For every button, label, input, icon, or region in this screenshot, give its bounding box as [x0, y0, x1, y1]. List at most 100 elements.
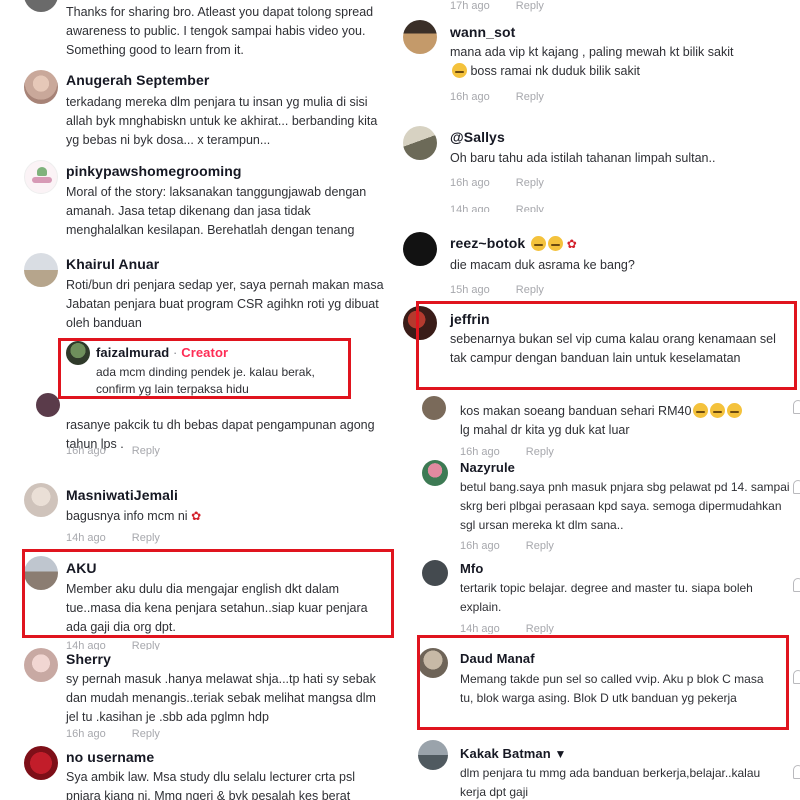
comment-text: dlm penjara tu mmg ada banduan berkerja,… [460, 766, 761, 799]
expressionless-emoji-icon [548, 236, 564, 251]
rose-icon: ✿ [563, 237, 577, 251]
comment-text: Roti/bun dri penjara sedap yer, saya per… [66, 278, 384, 330]
comment-text: Moral of the story: laksanakan tanggungj… [66, 185, 367, 237]
comment-text: Sya ambik law. Msa study dlu selalu lect… [66, 770, 356, 800]
comment-username[interactable]: wann_sot [450, 24, 515, 40]
reply-button[interactable]: Reply [132, 640, 160, 650]
like-icon[interactable] [793, 670, 800, 684]
comment-meta: 14h ago Reply [66, 640, 160, 650]
creator-username[interactable]: faizalmurad [96, 345, 169, 360]
reply-button[interactable]: Reply [516, 284, 544, 296]
reply-body-2: lg mahal dr kita yg duk kat luar [460, 423, 630, 437]
username-text[interactable]: Kakak Batman [460, 746, 551, 761]
avatar[interactable] [24, 483, 58, 517]
comment-username[interactable]: Mfo [460, 561, 483, 576]
comment-text: Thanks for sharing bro. Atleast you dapa… [66, 5, 374, 57]
avatar[interactable] [24, 70, 58, 104]
avatar[interactable] [66, 341, 90, 365]
avatar[interactable] [24, 746, 58, 780]
comment-text: tertarik topic belajar. degree and maste… [460, 581, 753, 614]
reply-button[interactable]: Reply [526, 623, 554, 634]
avatar[interactable] [36, 393, 60, 417]
comment-meta: 16h ago Reply [450, 177, 544, 189]
laughing-emoji-icon [452, 63, 467, 78]
comment-username[interactable]: Daud Manaf [460, 651, 535, 666]
username-text[interactable]: reez~botok [450, 235, 525, 251]
reply-button[interactable]: Reply [132, 445, 160, 457]
timestamp: 14h ago [460, 623, 500, 634]
separator: · [169, 345, 182, 360]
comment-username[interactable]: Khairul Anuar [66, 256, 159, 272]
comment-body-2: boss ramai nk duduk bilik sakit [467, 64, 640, 78]
reply-button[interactable]: Reply [526, 540, 554, 552]
expressionless-emoji-icon [531, 236, 547, 251]
like-icon[interactable] [793, 400, 800, 414]
comment-username[interactable]: jeffrin [450, 311, 490, 327]
comment-text: Member aku dulu dia mengajar english dkt… [66, 582, 368, 634]
comment-username[interactable]: Sherry [66, 651, 111, 667]
avatar[interactable] [418, 648, 448, 678]
comment-username[interactable]: no username [66, 749, 154, 765]
reply-body: kos makan soeang banduan sehari RM40 [460, 404, 692, 418]
comment-body: mana ada vip kt kajang , paling mewah kt… [450, 45, 734, 59]
comment-text: terkadang mereka dlm penjara tu insan yg… [66, 95, 378, 147]
comment-username[interactable]: reez~botok ✿ [450, 235, 577, 251]
timestamp: 16h ago [450, 91, 490, 103]
avatar[interactable] [403, 126, 437, 160]
timestamp: 14h ago [450, 204, 490, 212]
right-comment-panel: 17h ago Reply wann_sot mana ada vip kt ka… [400, 0, 800, 800]
avatar[interactable] [403, 306, 437, 340]
avatar[interactable] [24, 556, 58, 590]
reply-button[interactable]: Reply [132, 728, 160, 740]
comment-username[interactable]: Kakak Batman ▼ [460, 746, 567, 761]
logo-icon [32, 177, 52, 183]
avatar[interactable] [24, 160, 58, 194]
comment-text: Oh baru tahu ada istilah tahanan limpah … [450, 151, 716, 165]
comment-username[interactable]: AKU [66, 560, 97, 576]
comment-username[interactable]: MasniwatiJemali [66, 487, 178, 503]
reply-button[interactable]: Reply [516, 91, 544, 103]
comment-username[interactable]: Anugerah September [66, 72, 209, 88]
timestamp: 16h ago [66, 728, 106, 740]
avatar[interactable] [422, 396, 446, 420]
like-icon[interactable] [793, 578, 800, 592]
comment-username[interactable]: @Sallys [450, 129, 505, 145]
comment-meta: 16h ago Reply [450, 91, 544, 103]
comment-meta: 14h ago Reply [450, 204, 544, 212]
comment-username[interactable]: pinkypawshomegrooming [66, 163, 242, 179]
reply-text: kos makan soeang banduan sehari RM40 lg … [460, 402, 790, 440]
comment-meta: 14h ago Reply [460, 623, 554, 634]
reply-button[interactable]: Reply [516, 204, 544, 212]
avatar[interactable] [24, 648, 58, 682]
avatar[interactable] [24, 0, 58, 12]
comment-meta: 15h ago Reply [450, 284, 544, 296]
avatar[interactable] [24, 253, 58, 287]
reply-button[interactable]: Reply [516, 177, 544, 189]
reply-text: ada mcm dinding pendek je. kalau berak, … [96, 365, 315, 396]
timestamp: 15h ago [450, 284, 490, 296]
avatar[interactable] [403, 232, 437, 266]
rose-icon: ✿ [191, 509, 202, 523]
reply-button[interactable]: Reply [132, 532, 160, 544]
frowning-emoji-icon [727, 403, 743, 418]
timestamp: 14h ago [66, 532, 106, 544]
avatar[interactable] [422, 560, 448, 586]
comment-text: bagusnya info mcm ni ✿ [66, 507, 384, 526]
reply-button[interactable]: Reply [526, 446, 554, 458]
reply-username[interactable]: faizalmurad · Creator [96, 345, 228, 360]
avatar[interactable] [418, 740, 448, 770]
comment-meta: 16h ago Reply [460, 540, 554, 552]
avatar[interactable] [422, 460, 448, 486]
timestamp: 17h ago [450, 0, 490, 12]
comment-text: die macam duk asrama ke bang? [450, 258, 635, 272]
like-icon[interactable] [793, 480, 800, 494]
timestamp: 16h ago [66, 445, 106, 457]
comment-meta: 16h ago Reply [66, 445, 160, 457]
avatar[interactable] [403, 20, 437, 54]
frowning-emoji-icon [693, 403, 709, 418]
comment-username[interactable]: Nazyrule [460, 460, 515, 475]
comment-meta: 14h ago Reply [66, 532, 160, 544]
timestamp: 16h ago [460, 540, 500, 552]
like-icon[interactable] [793, 765, 800, 779]
reply-button[interactable]: Reply [516, 0, 544, 12]
